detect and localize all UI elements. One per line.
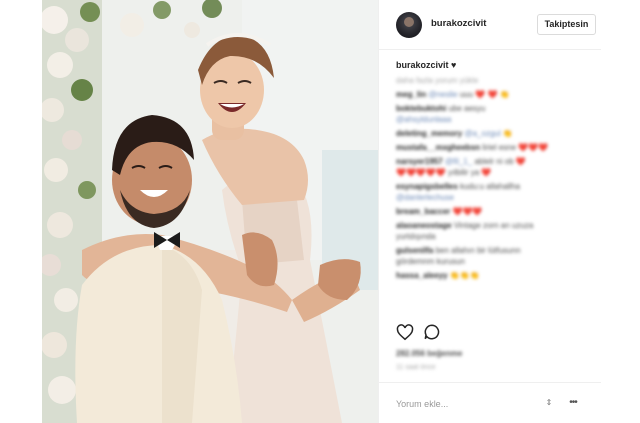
comment-username[interactable]: esynapigsbelles <box>396 182 458 191</box>
instagram-post: burakozcivit Takiptesin burakozcivit ♥ d… <box>42 0 601 423</box>
comment-mention[interactable]: @a_ozgul <box>464 129 500 138</box>
comments-section: burakozcivit ♥ daha fazla yorum yükle me… <box>396 60 592 281</box>
caption-heart-text: ♥ <box>451 60 457 70</box>
comment-item: narsyer1957 @fil_1_ ablelr ni ob ❤️ <box>396 156 592 167</box>
comment-item: mustafa__mxgheebsn liriel esne ❤️❤️❤️ <box>396 142 592 153</box>
comment-item: hassa_aleeyy 👏👏👏 <box>396 270 592 281</box>
post-header: burakozcivit Takiptesin <box>379 0 601 50</box>
comment-text: liriel esne ❤️❤️❤️ <box>482 143 549 152</box>
header-username[interactable]: burakozcivit <box>431 18 486 29</box>
comment-item: esynapigsbelles kudu:u allahallha <box>396 181 592 192</box>
comment-item: gördemnm kurusun <box>396 256 592 267</box>
likes-count[interactable]: 282.056 beğenme <box>396 349 462 358</box>
avatar[interactable] <box>396 12 422 38</box>
comment-text: ❤️❤️❤️ <box>452 207 483 216</box>
more-options-icon[interactable]: ••• <box>565 395 581 411</box>
comment-text: 👏👏👏 <box>449 271 480 280</box>
comment-text: ben allahın bir lütfusunn <box>435 246 521 255</box>
comment-text: ube aesyu <box>448 104 486 113</box>
comment-mention[interactable]: @neslie <box>428 90 457 99</box>
comment-item: alaoaneostage Vintage zorn an uzuza <box>396 220 592 231</box>
sort-arrows-icon[interactable]: ⇕ <box>543 396 555 410</box>
comment-item: @ahsyldunlaaa <box>396 114 592 125</box>
comment-text: gördemnm kurusun <box>396 257 465 266</box>
wedding-photo-illustration <box>42 0 378 423</box>
speech-bubble-icon[interactable] <box>423 323 441 341</box>
post-actions: 282.056 beğenme 11 saat önce <box>396 318 592 376</box>
comment-username[interactable]: narsyer1957 <box>396 157 443 166</box>
comment-username[interactable]: bream_baccer <box>396 207 450 216</box>
comment-mention[interactable]: @ahsyldunlaaa <box>396 115 451 124</box>
comment-item: yurtdışında <box>396 231 592 242</box>
comment-text: kudu:u allahallha <box>460 182 521 191</box>
comment-text: uuu ❤️ ❤️ 👏 <box>459 90 510 99</box>
post-side-panel: burakozcivit Takiptesin burakozcivit ♥ d… <box>378 0 601 423</box>
comment-mention[interactable]: @fil_1_ <box>445 157 472 166</box>
comment-text: 👏 <box>502 129 513 138</box>
post-caption: burakozcivit ♥ <box>396 60 592 75</box>
comment-username[interactable]: deleting_memory <box>396 129 462 138</box>
comment-item: ❤️❤️❤️❤️❤️ yılbilir ya ❤️ <box>396 167 592 178</box>
heart-outline-icon[interactable] <box>396 324 414 341</box>
comment-username[interactable]: boktebuktohi <box>396 104 446 113</box>
follow-button[interactable]: Takiptesin <box>537 14 596 35</box>
comment-text: yurtdışında <box>396 232 436 241</box>
add-comment-bar: ⇕ ••• <box>379 382 601 423</box>
comment-input[interactable] <box>396 396 536 412</box>
comment-text: ablelr ni ob ❤️ <box>474 157 526 166</box>
comment-username[interactable]: hassa_aleeyy <box>396 271 448 280</box>
comment-item: @danlerlechuse <box>396 192 592 203</box>
comment-item: boktebuktohi ube aesyu <box>396 103 592 114</box>
comment-username[interactable]: meg_lin <box>396 90 426 99</box>
comment-username[interactable]: mustafa__mxgheebsn <box>396 143 480 152</box>
post-photo[interactable] <box>42 0 378 423</box>
comment-mention[interactable]: @danlerlechuse <box>396 193 454 202</box>
load-more-comments-link[interactable]: daha fazla yorum yükle <box>396 75 592 86</box>
comment-username[interactable]: alaoaneostage <box>396 221 452 230</box>
comment-item: bream_baccer ❤️❤️❤️ <box>396 206 592 217</box>
caption-username[interactable]: burakozcivit <box>396 60 449 70</box>
comment-text: Vintage zorn an uzuza <box>453 221 534 230</box>
comment-item: deleting_memory @a_ozgul 👏 <box>396 128 592 139</box>
comment-username[interactable]: gulsenilfa <box>396 246 433 255</box>
comment-item: gulsenilfa ben allahın bir lütfusunn <box>396 245 592 256</box>
comment-item: meg_lin @neslie uuu ❤️ ❤️ 👏 <box>396 89 592 100</box>
post-timestamp: 11 saat önce <box>396 364 436 371</box>
comment-text: ❤️❤️❤️❤️❤️ yılbilir ya ❤️ <box>396 168 492 177</box>
